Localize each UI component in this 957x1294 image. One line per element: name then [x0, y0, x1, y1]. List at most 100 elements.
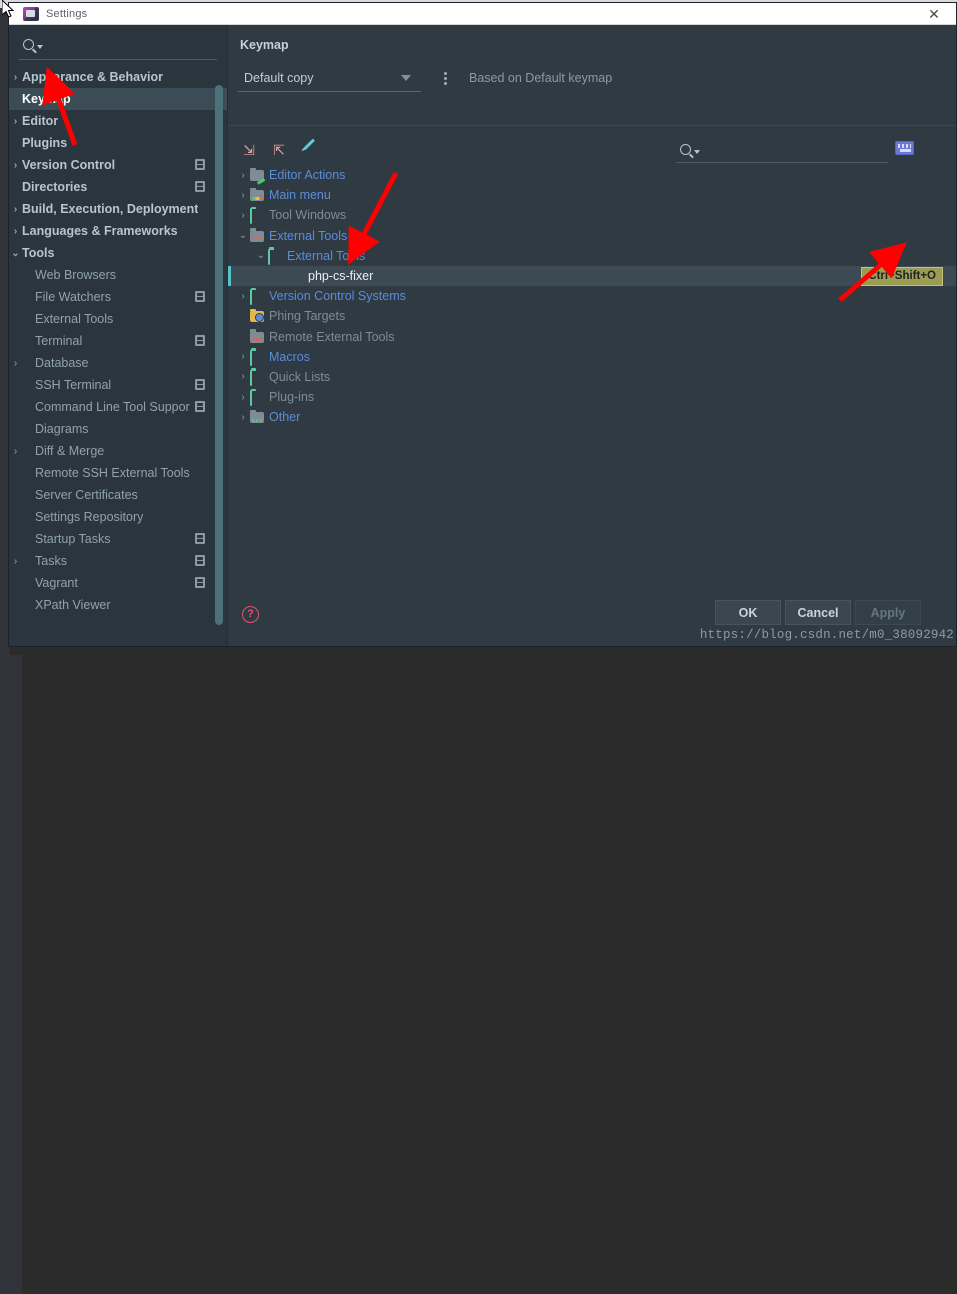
close-icon[interactable]: ✕ [912, 3, 956, 24]
chevron-right-icon[interactable]: › [9, 204, 22, 215]
chevron-right-icon[interactable]: › [236, 351, 250, 362]
tree-node-icon [250, 169, 264, 181]
dot [444, 82, 447, 85]
sidebar-item-label: Terminal [35, 334, 82, 348]
keymap-tree-node[interactable]: Phing Targets [228, 306, 956, 326]
tree-node-icon [250, 189, 264, 201]
expand-all-icon: ⇲ [238, 139, 260, 161]
edit-shortcut-button[interactable] [298, 139, 320, 161]
ok-button[interactable]: OK [715, 600, 781, 625]
keymap-tree-node[interactable]: › Quick Lists [228, 367, 956, 387]
sidebar-item-xpath-viewer[interactable]: XPath Viewer [9, 594, 227, 616]
chevron-right-icon[interactable]: › [236, 210, 250, 221]
sidebar-item-database[interactable]: › Database [9, 352, 227, 374]
keymap-dropdown[interactable]: Default copy [238, 64, 421, 92]
chevron-down-icon[interactable]: ⌄ [254, 250, 268, 261]
folder-outline-icon [250, 351, 264, 363]
sidebar-item-appearance-behavior[interactable]: ›Appearance & Behavior [9, 66, 227, 88]
sidebar-item-directories[interactable]: Directories [9, 176, 227, 198]
sidebar-item-external-tools[interactable]: External Tools [9, 308, 227, 330]
keymap-dropdown-value: Default copy [238, 71, 313, 85]
sidebar-item-remote-ssh-external-tools[interactable]: Remote SSH External Tools [9, 462, 227, 484]
keymap-tree-node[interactable]: ⌄ External Tools [228, 246, 956, 266]
keymap-tree-node[interactable]: ›Tool Windows [228, 205, 956, 225]
sidebar-item-settings-repository[interactable]: Settings Repository [9, 506, 227, 528]
chevron-right-icon[interactable]: › [9, 226, 22, 237]
keymap-tree-node[interactable]: Remote External Tools [228, 327, 956, 347]
sidebar-item-label: Diff & Merge [35, 444, 104, 458]
tree-node-icon [250, 209, 264, 221]
keymap-tree-node[interactable]: ⌄External Tools [228, 226, 956, 246]
sidebar-item-label: Languages & Frameworks [22, 224, 178, 238]
folder-outline-icon [250, 290, 264, 302]
chevron-right-icon[interactable]: › [236, 170, 250, 181]
sidebar-item-ssh-terminal[interactable]: SSH Terminal [9, 374, 227, 396]
keymap-tree-node-label: Main menu [269, 188, 331, 202]
folder-outline-icon [250, 209, 264, 221]
chevron-right-icon[interactable]: › [9, 160, 22, 171]
keymap-tree-node-label: Remote External Tools [269, 330, 395, 344]
sidebar-item-server-certificates[interactable]: Server Certificates [9, 484, 227, 506]
keymap-tree-node-label: External Tools [287, 249, 365, 263]
keymap-tree-node[interactable]: ›Other [228, 407, 956, 427]
folder-tools-icon [250, 231, 264, 242]
dialog-body: ›Appearance & BehaviorKeymap›EditorPlugi… [9, 25, 956, 646]
search-input[interactable] [49, 38, 217, 52]
project-scope-badge-icon [195, 401, 205, 412]
keymap-search-input[interactable] [706, 143, 888, 157]
sidebar-item-label: SSH Terminal [35, 378, 111, 392]
chevron-down-icon[interactable]: ⌄ [236, 230, 250, 241]
sidebar-item-tasks[interactable]: ›Tasks [9, 550, 227, 572]
mouse-cursor [2, 0, 16, 20]
chevron-right-icon[interactable]: › [236, 392, 250, 403]
expand-all-button[interactable]: ⇲ [238, 139, 260, 161]
sidebar-item-file-watchers[interactable]: File Watchers [9, 286, 227, 308]
folder-outline-icon [268, 250, 282, 262]
sidebar-item-version-control[interactable]: ›Version Control [9, 154, 227, 176]
project-scope-badge-icon [195, 335, 205, 346]
sidebar-item-web-browsers[interactable]: Web Browsers [9, 264, 227, 286]
sidebar-item-vagrant[interactable]: Vagrant [9, 572, 227, 594]
sidebar-item-diff-merge[interactable]: › Diff & Merge [9, 440, 227, 462]
collapse-all-button[interactable]: ⇱ [268, 139, 290, 161]
keymap-tree-node-label: Quick Lists [269, 370, 330, 384]
chevron-right-icon[interactable]: › [9, 446, 22, 457]
chevron-right-icon[interactable]: › [236, 190, 250, 201]
chevron-right-icon[interactable]: › [9, 72, 22, 83]
sidebar-item-command-line-tool-suppor[interactable]: Command Line Tool Suppor [9, 396, 227, 418]
sidebar-item-editor[interactable]: ›Editor [9, 110, 227, 132]
sidebar-item-languages-frameworks[interactable]: ›Languages & Frameworks [9, 220, 227, 242]
sidebar-search[interactable] [19, 30, 217, 60]
keymap-tree-node[interactable]: › Main menu [228, 185, 956, 205]
sidebar-item-plugins[interactable]: Plugins [9, 132, 227, 154]
sidebar-item-label: Remote SSH External Tools [35, 466, 190, 480]
keyboard-icon[interactable] [895, 141, 914, 155]
keymap-tree-node[interactable]: ›Plug-ins [228, 387, 956, 407]
cancel-button[interactable]: Cancel [785, 600, 851, 625]
sidebar-item-tools[interactable]: ⌄Tools [9, 242, 227, 264]
sidebar-item-diagrams[interactable]: Diagrams [9, 418, 227, 440]
chevron-right-icon[interactable]: › [9, 116, 22, 127]
chevron-right-icon[interactable]: › [236, 371, 250, 382]
chevron-right-icon[interactable]: › [9, 358, 22, 369]
chevron-right-icon[interactable]: › [236, 412, 250, 423]
sidebar-item-startup-tasks[interactable]: Startup Tasks [9, 528, 227, 550]
sidebar-item-label: Database [35, 356, 89, 370]
sidebar-item-keymap[interactable]: Keymap [9, 88, 227, 110]
chevron-down-icon[interactable]: ⌄ [9, 248, 22, 259]
chevron-right-icon[interactable]: › [9, 556, 22, 567]
watermark-url: https://blog.csdn.net/m0_38092942 [700, 628, 954, 642]
sidebar-item-terminal[interactable]: Terminal [9, 330, 227, 352]
keymap-tree-node[interactable]: php-cs-fixerCtrl+Shift+O [228, 266, 956, 286]
chevron-right-icon[interactable]: › [236, 291, 250, 302]
sidebar-item-label: Vagrant [35, 576, 78, 590]
keymap-search[interactable] [676, 137, 888, 163]
sidebar-item-build-execution-deployment[interactable]: ›Build, Execution, Deployment [9, 198, 227, 220]
chevron-down-icon [401, 75, 411, 81]
help-icon[interactable]: ? [242, 606, 259, 623]
keymap-tree-node[interactable]: ›Version Control Systems [228, 286, 956, 306]
keymap-tree-node[interactable]: ›Editor Actions [228, 165, 956, 185]
keymap-tree-node[interactable]: ›Macros [228, 347, 956, 367]
sidebar-scrollbar[interactable] [215, 85, 223, 625]
keymap-more-options-button[interactable] [435, 65, 455, 91]
